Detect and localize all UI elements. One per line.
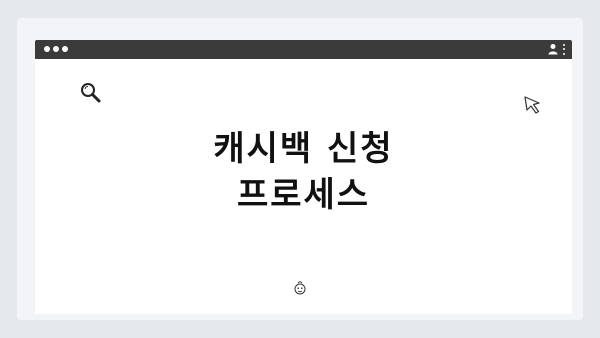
page-content: 캐시백 신청 프로세스 — [35, 59, 572, 314]
face-icon — [293, 280, 307, 296]
page-background: 캐시백 신청 프로세스 — [0, 0, 600, 338]
page-title-line-2: 프로세스 — [236, 175, 371, 215]
page-title-line-1: 캐시백 신청 — [213, 129, 394, 169]
cursor-icon — [523, 95, 545, 117]
kebab-menu-icon[interactable] — [562, 43, 565, 55]
search-icon — [79, 81, 103, 105]
title-bar — [35, 40, 572, 59]
user-icon[interactable] — [548, 43, 558, 55]
title-bar-actions — [548, 43, 565, 55]
window-close-button[interactable] — [44, 46, 50, 52]
window-controls — [44, 46, 68, 52]
browser-window-frame: 캐시백 신청 프로세스 — [17, 18, 583, 320]
window-maximize-button[interactable] — [62, 46, 68, 52]
window-minimize-button[interactable] — [53, 46, 59, 52]
page-title: 캐시백 신청 프로세스 — [35, 126, 572, 218]
browser-window: 캐시백 신청 프로세스 — [35, 40, 572, 314]
